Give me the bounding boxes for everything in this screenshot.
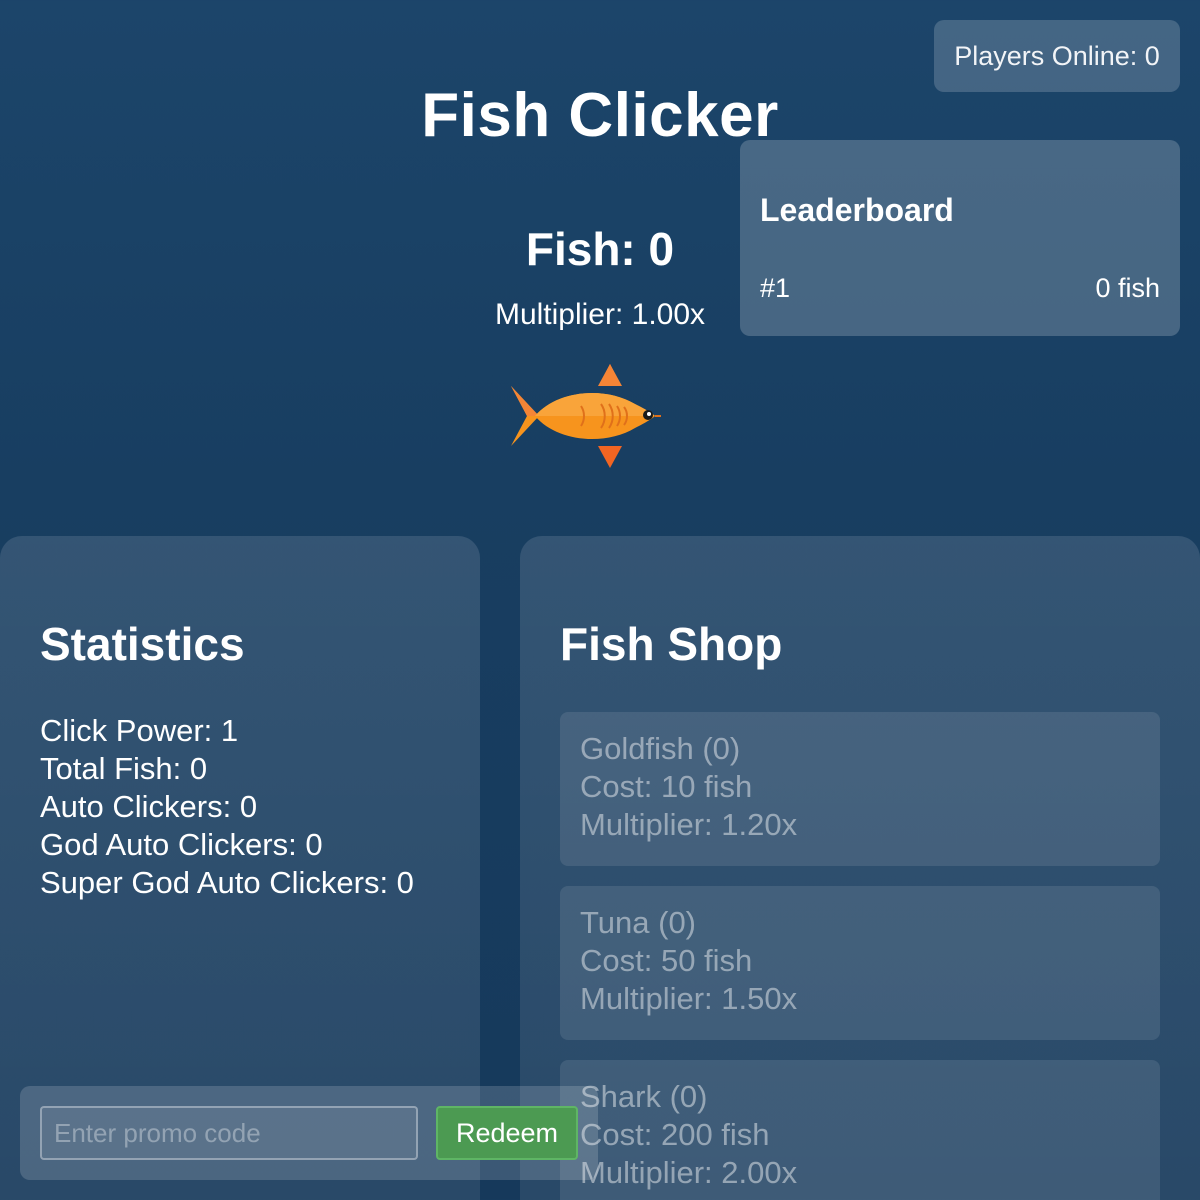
stat-click-power: Click Power: 1 [40,713,239,748]
stat-super-god-auto-clickers: Super God Auto Clickers: 0 [40,865,414,900]
shop-title: Fish Shop [560,618,783,670]
multiplier-display: Multiplier: 1.00x [494,298,706,331]
promo-code-input[interactable] [40,1106,418,1160]
redeem-button[interactable]: Redeem [436,1106,578,1160]
fish-click-button[interactable] [505,360,665,472]
shop-item-multiplier: Multiplier: 1.50x [580,981,798,1016]
stat-auto-clickers: Auto Clickers: 0 [40,789,258,824]
stat-total-fish: Total Fish: 0 [40,751,208,786]
statistics-list: Click Power: 1 Total Fish: 0 Auto Clicke… [40,712,414,902]
statistics-title: Statistics [40,618,245,670]
shop-item-cost: Cost: 50 fish [580,943,753,978]
shop-item-name: Tuna (0) [580,905,697,940]
shop-item-goldfish[interactable]: Goldfish (0) Cost: 10 fish Multiplier: 1… [560,712,1160,866]
shop-item-name: Goldfish (0) [580,731,741,766]
down-arrow-icon [598,446,622,468]
shop-item-shark[interactable]: Shark (0) Cost: 200 fish Multiplier: 2.0… [560,1060,1160,1200]
shop-item-name: Shark (0) [580,1079,708,1114]
fish-icon [511,364,661,468]
shop-item-cost: Cost: 200 fish [580,1117,770,1152]
shop-item-multiplier: Multiplier: 1.20x [580,807,798,842]
shop-item-tuna[interactable]: Tuna (0) Cost: 50 fish Multiplier: 1.50x [560,886,1160,1040]
fish-count: Fish: 0 [525,223,675,275]
stat-god-auto-clickers: God Auto Clickers: 0 [40,827,323,862]
shop-item-cost: Cost: 10 fish [580,769,753,804]
shop-item-multiplier: Multiplier: 2.00x [580,1155,798,1190]
